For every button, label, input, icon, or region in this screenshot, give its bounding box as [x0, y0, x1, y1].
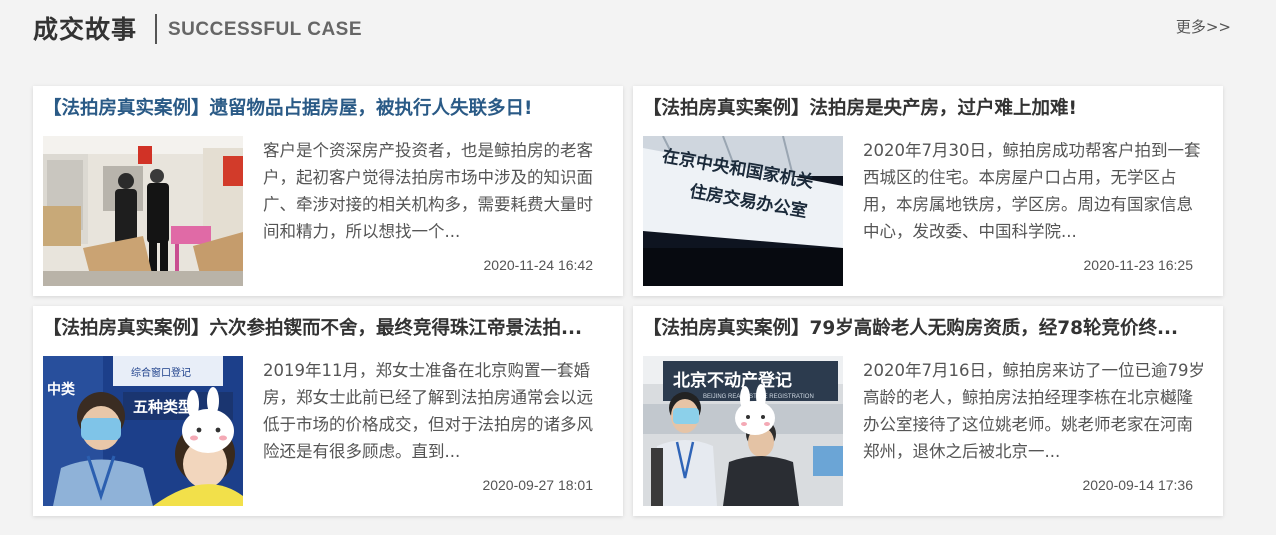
case-image[interactable]	[43, 136, 243, 286]
case-date: 2020-11-23 16:25	[1083, 257, 1194, 273]
svg-text:北京不动产登记: 北京不动产登记	[673, 370, 792, 391]
case-card[interactable]: 【法拍房真实案例】79岁高龄老人无购房资质，经78轮竞价终... 北京不动产登记…	[633, 306, 1223, 516]
case-card[interactable]: 【法拍房真实案例】六次参拍锲而不舍，最终竞得珠江帝景法拍... 综合窗口登记 五…	[33, 306, 623, 516]
case-date: 2020-11-24 16:42	[483, 257, 594, 273]
case-description: 2019年11月，郑女士准备在北京购置一套婚房，郑女士此前已经了解到法拍房通常会…	[263, 361, 593, 461]
case-date: 2020-09-27 18:01	[482, 477, 593, 493]
section-subtitle: SUCCESSFUL CASE	[168, 19, 363, 40]
case-card[interactable]: 【法拍房真实案例】遗留物品占据房屋，被执行人失联多日! 客户是个资深房产投资者，…	[33, 86, 623, 296]
section-title: 成交故事	[33, 15, 138, 44]
case-date: 2020-09-14 17:36	[1082, 477, 1193, 493]
case-image[interactable]: 综合窗口登记 五种类型 中类	[43, 356, 243, 506]
more-link[interactable]: 更多>>	[1176, 16, 1231, 37]
svg-text:中类: 中类	[47, 381, 76, 398]
case-title[interactable]: 【法拍房真实案例】法拍房是央产房，过户难上加难!	[643, 94, 1215, 120]
section-header: 成交故事 SUCCESSFUL CASE 更多>>	[33, 10, 1233, 50]
case-title[interactable]: 【法拍房真实案例】六次参拍锲而不舍，最终竞得珠江帝景法拍...	[43, 314, 615, 340]
case-image[interactable]: 北京不动产登记 BEIJING REAL ESTATE REGISTRATION	[643, 356, 843, 506]
case-title[interactable]: 【法拍房真实案例】79岁高龄老人无购房资质，经78轮竞价终...	[643, 314, 1215, 340]
title-divider	[155, 14, 157, 44]
case-image[interactable]: 在京中央和国家机关 住房交易办公室	[643, 136, 843, 286]
case-title[interactable]: 【法拍房真实案例】遗留物品占据房屋，被执行人失联多日!	[43, 94, 615, 120]
svg-text:五种类型: 五种类型	[133, 398, 193, 416]
case-description: 客户是个资深房产投资者，也是鲸拍房的老客户，起初客户觉得法拍房市场中涉及的知识面…	[263, 141, 593, 241]
case-description: 2020年7月30日，鲸拍房成功帮客户拍到一套西城区的住宅。本房屋户口占用，无学…	[863, 141, 1201, 241]
case-description: 2020年7月16日，鲸拍房来访了一位已逾79岁高龄的老人，鲸拍房法拍经理李栋在…	[863, 361, 1205, 461]
svg-text:综合窗口登记: 综合窗口登记	[131, 366, 191, 379]
case-card[interactable]: 【法拍房真实案例】法拍房是央产房，过户难上加难! 在京中央和国家机关 住房交易办…	[633, 86, 1223, 296]
